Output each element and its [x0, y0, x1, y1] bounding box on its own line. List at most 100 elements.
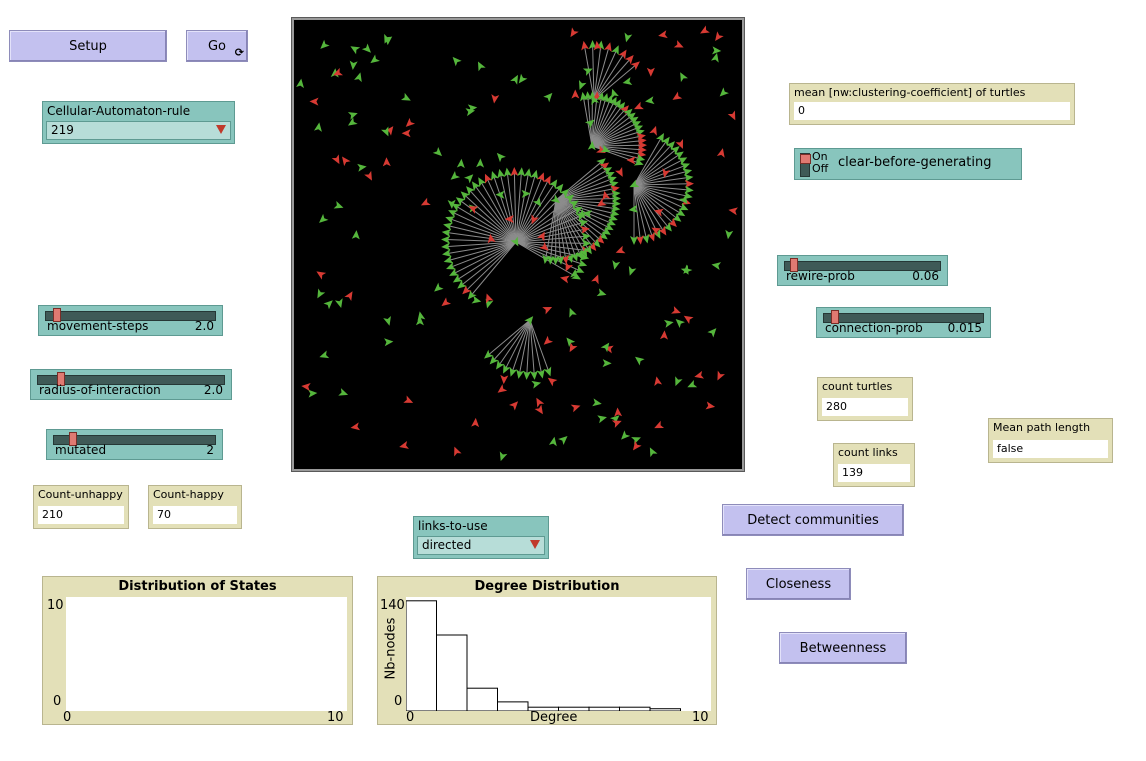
turtle-agent [645, 96, 655, 105]
detect-communities-button[interactable]: Detect communities [722, 504, 904, 536]
turtle-agent [344, 291, 353, 302]
setup-button-label: Setup [69, 38, 107, 54]
radius-of-interaction-label: radius-of-interaction [39, 383, 161, 397]
turtle-agent [434, 282, 444, 292]
turtle-agent [728, 207, 738, 216]
dropdown-arrow-icon [216, 125, 226, 134]
turtle-agent [631, 437, 641, 445]
count-links-label: count links [838, 446, 898, 459]
links-to-use-value-box[interactable]: directed [417, 536, 545, 555]
rewire-prob-slider[interactable]: rewire-prob 0.06 [777, 255, 948, 286]
count-happy-label: Count-happy [153, 488, 224, 501]
turtle-agent [596, 198, 607, 207]
histogram-bar-8 [649, 708, 681, 712]
turtle-agent [454, 446, 462, 457]
switch-knob [800, 154, 811, 164]
turtle-agent [491, 94, 500, 104]
connection-prob-slider[interactable]: connection-prob 0.015 [816, 307, 991, 338]
turtle-agent [509, 401, 519, 411]
turtle-agent [471, 417, 480, 428]
turtle-agent [700, 25, 710, 34]
y-axis-label: Nb-nodes [383, 617, 399, 680]
count-turtles-value: 280 [822, 398, 908, 416]
turtles-layer [296, 25, 738, 462]
ca-rule-value-box[interactable]: 219 [46, 121, 231, 140]
count-links-value: 139 [838, 464, 910, 482]
network-link [633, 184, 674, 224]
count-unhappy-monitor: Count-unhappy 210 [33, 485, 129, 529]
turtle-agent [383, 316, 391, 326]
turtle-agent [420, 197, 431, 206]
turtle-agent [632, 440, 642, 451]
histogram-bar-7 [619, 706, 651, 712]
turtle-agent [622, 77, 633, 85]
turtle-agent [624, 32, 633, 43]
connection-prob-label: connection-prob [825, 321, 923, 335]
switch-toggle[interactable] [800, 153, 811, 177]
network-link [470, 241, 517, 296]
turtle-agent [560, 275, 570, 284]
x-axis-label: Degree [530, 710, 578, 725]
turtle-agent [476, 158, 485, 168]
turtle-agent [543, 335, 554, 345]
turtle-agent [333, 200, 344, 209]
turtle-agent [710, 52, 719, 63]
turtle-agent [717, 370, 725, 381]
radius-of-interaction-slider[interactable]: radius-of-interaction 2.0 [30, 369, 232, 400]
turtle-agent [596, 288, 607, 297]
setup-button[interactable]: Setup [9, 30, 167, 62]
turtle-agent [719, 87, 729, 97]
network-link [492, 319, 531, 362]
turtle-agent [569, 307, 577, 318]
turtle-agent [715, 31, 724, 42]
turtle-agent [680, 72, 688, 83]
turtle-agent [357, 163, 367, 172]
go-button[interactable]: Go ⟳ [186, 30, 248, 62]
turtle-agent [547, 377, 558, 387]
turtle-agent [618, 49, 627, 60]
turtle-agent [384, 338, 394, 347]
turtle-agent [543, 366, 552, 377]
turtle-agent [694, 370, 705, 379]
turtle-agent [342, 156, 351, 167]
histogram-bar-3 [497, 701, 529, 712]
turtle-agent [364, 170, 372, 181]
links-to-use-label: links-to-use [418, 519, 488, 533]
movement-steps-slider[interactable]: movement-steps 2.0 [38, 305, 223, 336]
turtle-agent [347, 112, 358, 120]
mutated-slider[interactable]: mutated 2 [46, 429, 223, 460]
mean-path-length-label: Mean path length [993, 421, 1091, 434]
turtle-agent [626, 156, 636, 165]
turtle-agent [570, 404, 581, 413]
betweenness-label: Betweenness [799, 640, 887, 656]
go-button-label: Go [207, 38, 227, 54]
turtle-agent [496, 152, 506, 163]
clear-before-generating-switch[interactable]: On Off clear-before-generating [794, 148, 1022, 180]
turtle-agent [354, 72, 362, 83]
world-view[interactable] [292, 18, 744, 471]
closeness-button[interactable]: Closeness [746, 568, 851, 600]
turtle-agent [548, 436, 557, 447]
ca-rule-chooser[interactable]: Cellular-Automaton-rule 219 [42, 101, 235, 144]
turtle-agent [569, 342, 578, 353]
turtle-agent [672, 91, 683, 100]
turtle-agent [531, 380, 542, 389]
betweenness-button[interactable]: Betweenness [779, 632, 907, 664]
turtle-agent [495, 190, 505, 199]
count-turtles-label: count turtles [822, 380, 893, 393]
turtle-agent [578, 80, 587, 90]
turtle-agent [628, 265, 637, 276]
turtle-agent [441, 297, 452, 307]
count-happy-value: 70 [153, 506, 237, 524]
turtle-agent [725, 229, 734, 240]
turtle-agent [603, 42, 612, 52]
turtle-agent [403, 395, 414, 403]
turtle-agent [558, 435, 568, 445]
mean-path-length-value: false [993, 440, 1108, 458]
turtle-agent [317, 288, 326, 299]
turtle-agent [615, 167, 623, 177]
links-to-use-chooser[interactable]: links-to-use directed [413, 516, 549, 559]
network-link [504, 319, 531, 370]
turtle-agent [477, 61, 486, 72]
x-min-tick: 0 [63, 710, 72, 725]
